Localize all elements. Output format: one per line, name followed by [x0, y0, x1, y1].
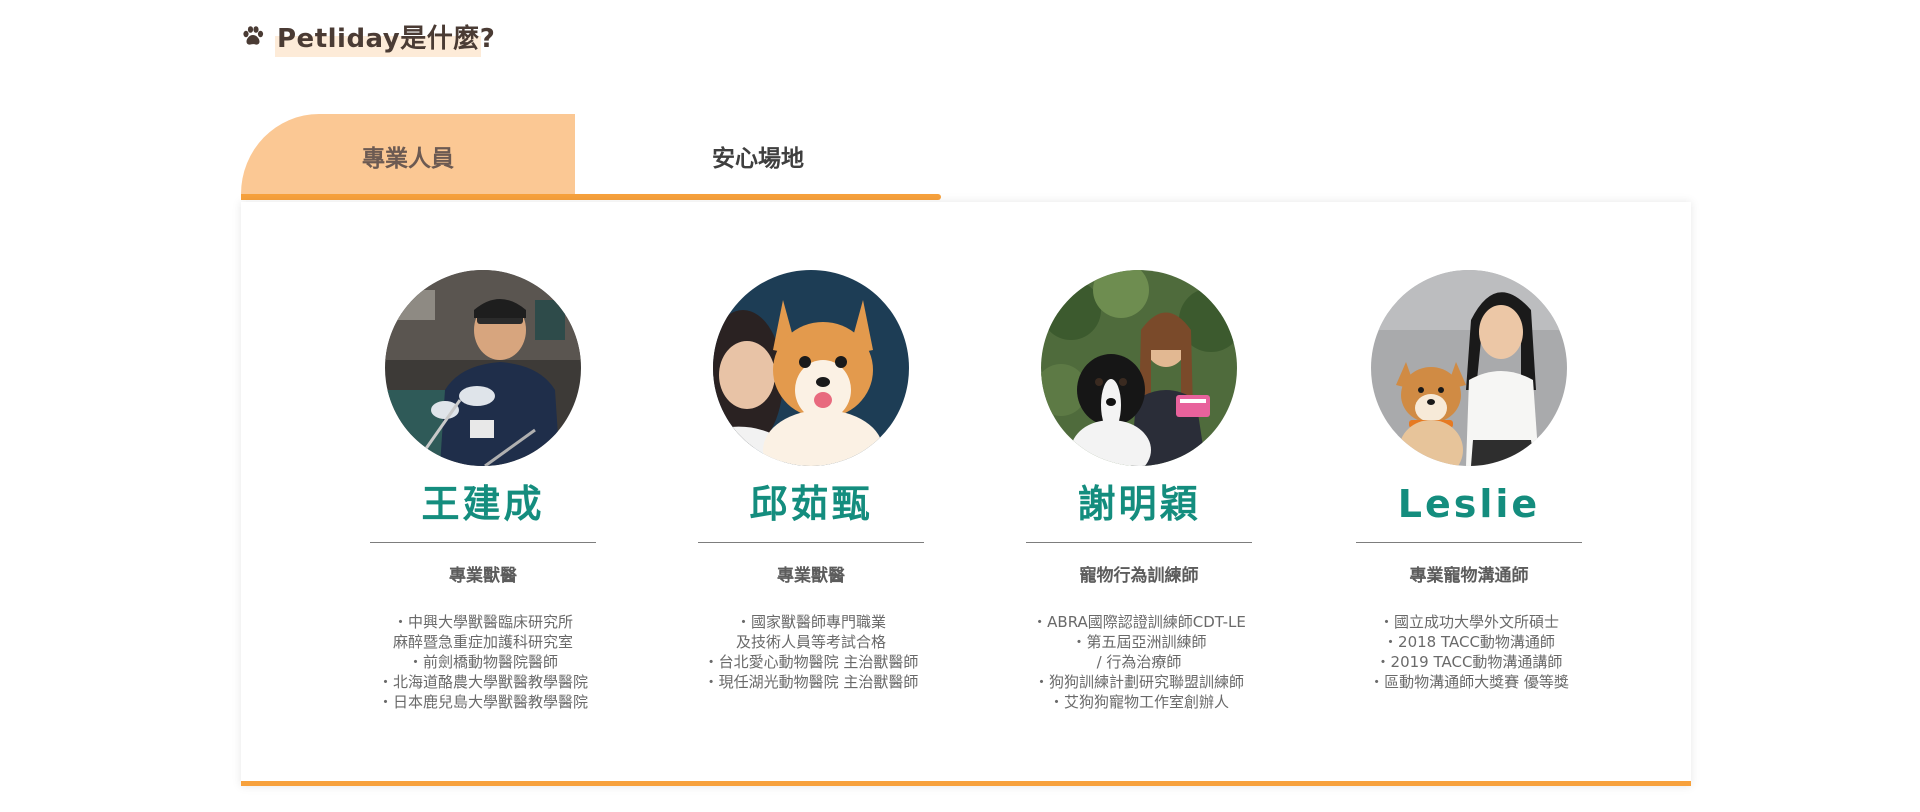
member-bio: ・國立成功大學外文所碩士 ・2018 TACC動物溝通師 ・2019 TACC動…: [1349, 612, 1589, 692]
bio-line: / 行為治療師: [1096, 653, 1182, 671]
bio-line: ・狗狗訓練計劃研究聯盟訓練師: [1033, 673, 1244, 691]
member-name: Leslie: [1397, 482, 1541, 526]
bio-line: ・前劍橋動物醫院醫師: [407, 653, 558, 671]
page: Petliday是什麼? 專業人員 安心場地 王建成 專業獸醫 ・中興大學獸醫臨…: [0, 0, 1920, 812]
divider: [1356, 542, 1582, 543]
member-role: 專業寵物溝通師: [1409, 566, 1529, 586]
card-bottom-bar: [241, 781, 1691, 786]
bio-line: ・日本鹿兒島大學獸醫教學醫院: [377, 693, 588, 711]
avatar: [1041, 270, 1237, 466]
avatar: [385, 270, 581, 466]
member-role: 專業獸醫: [449, 566, 517, 586]
bio-line: ・2019 TACC動物溝通講師: [1375, 653, 1563, 671]
team-member: 邱茹甄 專業獸醫 ・國家獸醫師專門職業 及技術人員等考試合格 ・台北愛心動物醫院…: [691, 270, 931, 707]
page-title: Petliday是什麼?: [277, 23, 496, 54]
bio-line: ・國立成功大學外文所碩士: [1378, 613, 1559, 631]
avatar: [1371, 270, 1567, 466]
communicator-shiba-photo: [1371, 270, 1567, 466]
bio-line: ・國家獸醫師專門職業: [735, 613, 886, 631]
bio-line: ・2018 TACC動物溝通師: [1383, 633, 1555, 651]
bio-line: ・現任湖光動物醫院 主治獸醫師: [703, 673, 919, 691]
vet-surgeon-photo: [385, 270, 581, 466]
bio-line: ・第五屆亞洲訓練師: [1071, 633, 1207, 651]
divider: [370, 542, 596, 543]
member-bio: ・國家獸醫師專門職業 及技術人員等考試合格 ・台北愛心動物醫院 主治獸醫師 ・現…: [691, 612, 931, 692]
bio-line: 麻醉暨急重症加護科研究室: [392, 633, 573, 651]
team-member: Leslie 專業寵物溝通師 ・國立成功大學外文所碩士 ・2018 TACC動物…: [1349, 270, 1589, 707]
member-role: 專業獸醫: [777, 566, 845, 586]
bio-line: ・區動物溝通師大獎賽 優等獎: [1369, 673, 1569, 691]
member-bio: ・中興大學獸醫臨床研究所 麻醉暨急重症加護科研究室 ・前劍橋動物醫院醫師 ・北海…: [363, 612, 603, 712]
page-title-wrap: Petliday是什麼?: [275, 16, 517, 57]
bio-line: ・北海道酪農大學獸醫教學醫院: [377, 673, 588, 691]
bio-line: 及技術人員等考試合格: [735, 633, 886, 651]
team-card: 王建成 專業獸醫 ・中興大學獸醫臨床研究所 麻醉暨急重症加護科研究室 ・前劍橋動…: [241, 202, 1691, 786]
paw-icon: [243, 26, 264, 45]
member-bio: ・ABRA國際認證訓練師CDT-LE ・第五屆亞洲訓練師 / 行為治療師 ・狗狗…: [1019, 612, 1259, 712]
tab-venues[interactable]: 安心場地: [575, 114, 941, 194]
vet-corgi-photo: [713, 270, 909, 466]
divider: [698, 542, 924, 543]
bio-line: ・艾狗狗寵物工作室創辦人: [1048, 693, 1229, 711]
tab-underline: [241, 194, 941, 200]
bio-line: ・台北愛心動物醫院 主治獸醫師: [703, 653, 919, 671]
team-member: 謝明穎 寵物行為訓練師 ・ABRA國際認證訓練師CDT-LE ・第五屆亞洲訓練師…: [1019, 270, 1259, 727]
member-name: 王建成: [421, 482, 545, 526]
bio-line: ・中興大學獸醫臨床研究所: [392, 613, 573, 631]
member-name: 邱茹甄: [749, 482, 873, 526]
avatar: [713, 270, 909, 466]
trainer-border-collie-photo: [1041, 270, 1237, 466]
section-heading: Petliday是什麼?: [241, 14, 517, 57]
member-role: 寵物行為訓練師: [1079, 566, 1199, 586]
member-name: 謝明穎: [1077, 482, 1201, 526]
tab-bar: 專業人員 安心場地: [241, 114, 941, 200]
team-member: 王建成 專業獸醫 ・中興大學獸醫臨床研究所 麻醉暨急重症加護科研究室 ・前劍橋動…: [363, 270, 603, 727]
divider: [1026, 542, 1252, 543]
bio-line: ・ABRA國際認證訓練師CDT-LE: [1032, 613, 1246, 631]
tab-professionals[interactable]: 專業人員: [241, 114, 575, 194]
